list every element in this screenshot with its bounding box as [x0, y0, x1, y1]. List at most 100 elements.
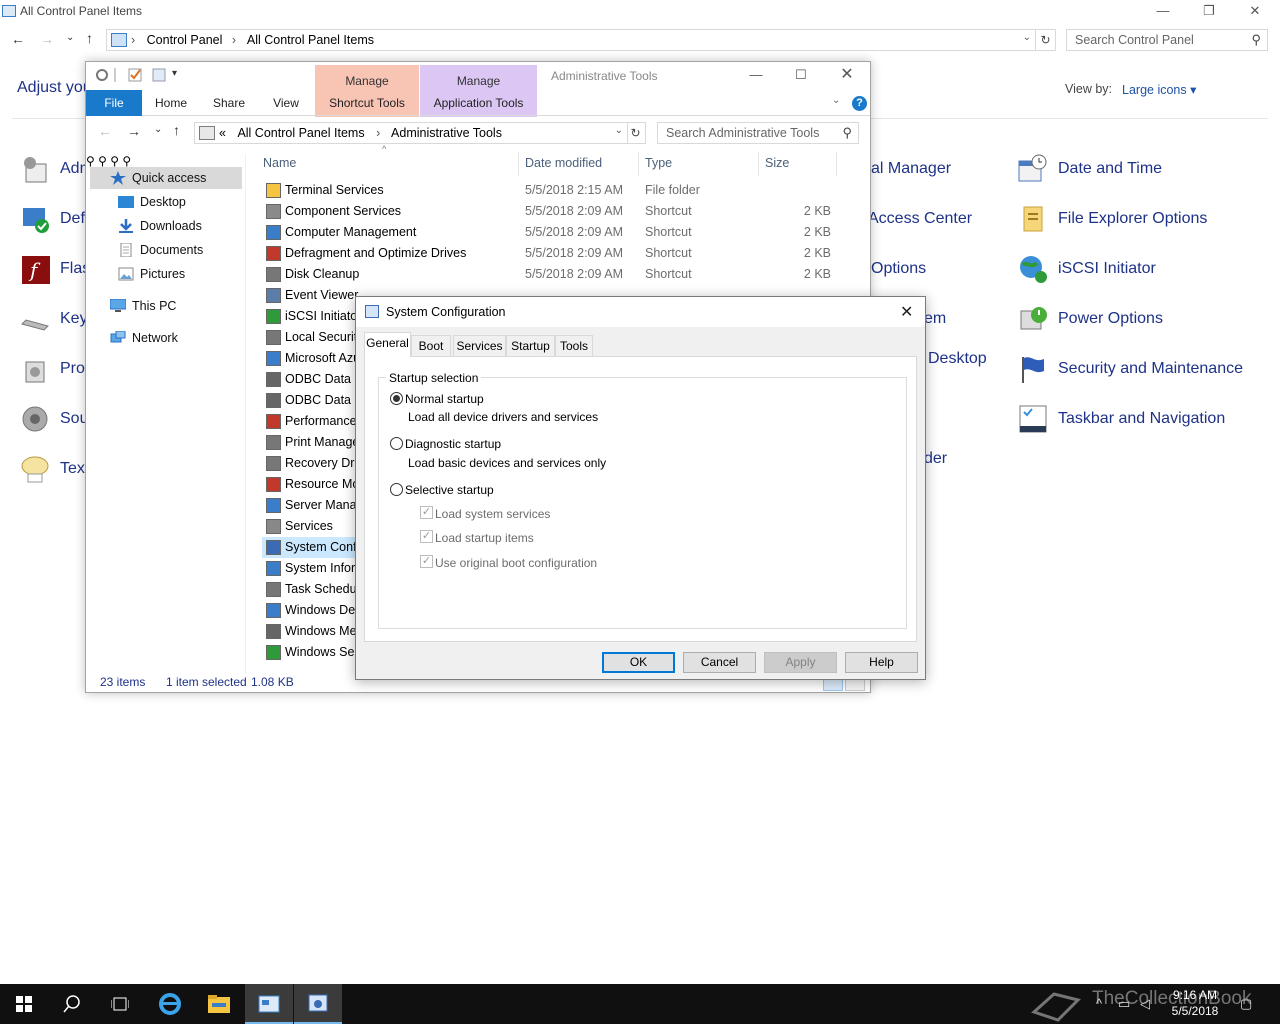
tab-startup[interactable]: Startup — [506, 335, 555, 356]
file-row[interactable]: Component Services 5/5/2018 2:09 AM Shortc… — [262, 201, 842, 222]
column-separator[interactable] — [758, 152, 759, 176]
task-view-button[interactable] — [96, 984, 144, 1024]
tab-view[interactable]: View — [264, 90, 308, 116]
ribbon-collapse-icon[interactable]: ⌄ — [832, 95, 840, 106]
control-panel-taskbar-button[interactable] — [245, 984, 293, 1024]
explorer-close-button[interactable]: ✕ — [824, 64, 870, 88]
use-original-boot-config-checkbox[interactable]: ✓ — [420, 555, 433, 568]
internet-explorer-button[interactable] — [146, 984, 194, 1024]
tab-tools[interactable]: Tools — [555, 335, 593, 356]
recent-dropdown-icon[interactable]: ⌄ — [154, 124, 162, 135]
selective-startup-label[interactable]: Selective startup — [405, 483, 494, 497]
control-panel-search-input[interactable]: Search Control Panel ⚲ — [1066, 29, 1268, 51]
forward-arrow-icon[interactable]: → — [127, 123, 141, 139]
dialog-close-button[interactable]: ✕ — [900, 302, 913, 322]
tab-file[interactable]: File — [86, 90, 142, 116]
control-panel-address-bar[interactable]: › Control Panel › All Control Panel Item… — [106, 29, 1036, 51]
file-row[interactable]: Terminal Services 5/5/2018 2:15 AM File fo… — [262, 180, 842, 201]
cp-item-programs[interactable]: Pro — [18, 349, 85, 389]
column-header-size[interactable]: Size — [765, 156, 789, 170]
pin-icon[interactable]: ⚲ — [86, 154, 95, 168]
column-header-date[interactable]: Date modified — [525, 156, 602, 170]
tab-boot[interactable]: Boot — [411, 335, 451, 356]
cp-item-taskbar-and-navigation[interactable]: Taskbar and Navigation — [1016, 399, 1225, 439]
forward-arrow-icon[interactable]: → — [40, 31, 54, 47]
apply-button[interactable]: Apply — [764, 652, 837, 673]
nav-network[interactable]: Network — [110, 327, 178, 349]
nav-pictures[interactable]: Pictures — [118, 263, 185, 285]
cancel-button[interactable]: Cancel — [683, 652, 756, 673]
diagnostic-startup-radio[interactable] — [390, 437, 403, 450]
qat-dropdown-icon[interactable]: ▾ — [172, 68, 188, 82]
refresh-icon[interactable]: ↻ — [1036, 29, 1056, 51]
explorer-address-bar[interactable]: « All Control Panel Items › Administrati… — [194, 122, 628, 144]
checkmark-icon[interactable] — [128, 68, 144, 82]
load-startup-items-checkbox[interactable]: ✓ — [420, 530, 433, 543]
cp-item-remote-desktop[interactable]: Desktop — [928, 339, 987, 379]
column-header-name[interactable]: Name — [263, 156, 296, 170]
help-icon[interactable]: ? — [852, 96, 867, 111]
cp-item-default-programs[interactable]: Def — [18, 199, 85, 239]
up-arrow-icon[interactable]: ↑ — [86, 30, 93, 46]
cp-item-flash-player[interactable]: f Flas — [18, 249, 90, 289]
load-system-services-checkbox[interactable]: ✓ — [420, 506, 433, 519]
tab-application-tools[interactable]: Application Tools — [420, 90, 537, 116]
breadcrumb-overflow[interactable]: « — [219, 126, 226, 140]
explorer-search-input[interactable]: Search Administrative Tools ⚲ — [657, 122, 859, 144]
cp-item-iscsi-initiator[interactable]: iSCSI Initiator — [1016, 249, 1156, 289]
column-separator[interactable] — [518, 152, 519, 176]
show-hidden-icons-icon[interactable]: ^ — [1096, 996, 1102, 1011]
nav-desktop[interactable]: Desktop — [118, 191, 186, 213]
back-arrow-icon[interactable]: ← — [98, 123, 112, 139]
file-row[interactable]: Disk Cleanup 5/5/2018 2:09 AM Shortcut 2 KB — [262, 264, 842, 285]
recent-dropdown-icon[interactable]: ⌄ — [66, 32, 74, 43]
tab-home[interactable]: Home — [148, 90, 194, 116]
cp-item-work-folders[interactable]: der — [924, 439, 947, 479]
notifications-icon[interactable]: ▢ — [1240, 996, 1252, 1012]
view-by-dropdown[interactable]: Large icons ▾ — [1122, 82, 1196, 97]
cp-item-security-and-maintenance[interactable]: Security and Maintenance — [1016, 349, 1243, 389]
new-folder-icon[interactable] — [152, 68, 168, 82]
close-button[interactable]: ✕ — [1232, 0, 1278, 24]
address-dropdown-icon[interactable]: ⌄ — [615, 125, 623, 136]
up-arrow-icon[interactable]: ↑ — [173, 122, 180, 138]
diagnostic-startup-label[interactable]: Diagnostic startup — [405, 437, 501, 451]
column-separator[interactable] — [638, 152, 639, 176]
explorer-maximize-button[interactable]: ☐ — [778, 64, 824, 88]
search-button[interactable] — [48, 984, 96, 1024]
breadcrumb-all-items[interactable]: All Control Panel Items — [247, 33, 374, 47]
pin-icon[interactable]: ⚲ — [122, 154, 131, 168]
address-dropdown-icon[interactable]: ⌄ — [1023, 32, 1031, 43]
selective-startup-radio[interactable] — [390, 483, 403, 496]
normal-startup-label[interactable]: Normal startup — [405, 392, 484, 406]
cp-item-power-options[interactable]: Power Options — [1016, 299, 1163, 339]
column-header-type[interactable]: Type — [645, 156, 672, 170]
tab-shortcut-tools[interactable]: Shortcut Tools — [315, 90, 419, 116]
column-separator[interactable] — [836, 152, 837, 176]
breadcrumb-control-panel[interactable]: Control Panel — [147, 33, 223, 47]
system-configuration-taskbar-button[interactable] — [294, 984, 342, 1024]
help-button[interactable]: Help — [845, 652, 918, 673]
cp-item-ease-of-access[interactable]: Access Center — [868, 199, 972, 239]
pin-icon[interactable]: ⚲ — [110, 154, 119, 168]
breadcrumb-administrative-tools[interactable]: Administrative Tools — [391, 126, 502, 140]
cp-item-text-to-speech[interactable]: Text — [18, 449, 89, 489]
clock[interactable]: 9:16 AM 5/5/2018 — [1165, 987, 1225, 1019]
back-arrow-icon[interactable]: ← — [11, 31, 25, 47]
nav-quick-access[interactable]: Quick access — [90, 167, 242, 189]
nav-documents[interactable]: Documents — [118, 239, 203, 261]
ok-button[interactable]: OK — [602, 652, 675, 673]
pin-icon[interactable]: ⚲ — [98, 154, 107, 168]
cp-item-keyboard[interactable]: Key — [18, 299, 88, 339]
refresh-icon[interactable]: ↻ — [626, 122, 646, 144]
normal-startup-radio[interactable] — [390, 392, 403, 405]
explorer-minimize-button[interactable]: — — [733, 64, 779, 88]
volume-muted-icon[interactable]: ◁ — [1140, 996, 1150, 1012]
tab-services[interactable]: Services — [453, 335, 506, 356]
cp-item-system[interactable]: em — [924, 299, 946, 339]
tab-general[interactable]: General — [364, 332, 411, 357]
cp-item-sound[interactable]: Sou — [18, 399, 88, 439]
file-explorer-button[interactable] — [195, 984, 243, 1024]
start-button[interactable] — [0, 984, 48, 1024]
file-row[interactable]: Computer Management 5/5/2018 2:09 AM Short… — [262, 222, 842, 243]
